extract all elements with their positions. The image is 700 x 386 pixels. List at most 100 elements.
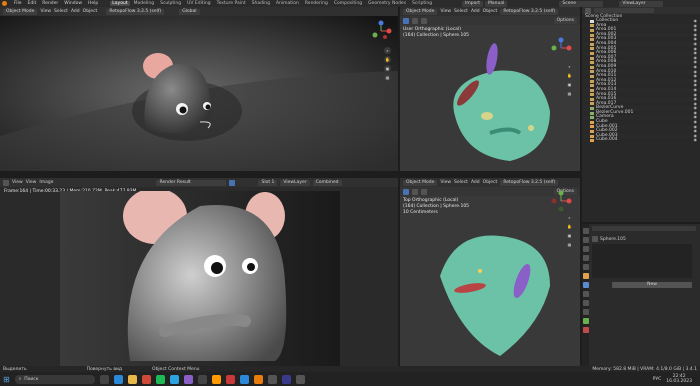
app-icon[interactable] <box>183 374 193 384</box>
pan-icon[interactable]: ✋ <box>384 56 391 63</box>
menu-view-1[interactable]: View <box>12 180 23 185</box>
new-material-button[interactable]: New <box>612 282 692 288</box>
taskview-icon[interactable] <box>99 374 109 384</box>
tab-rendering[interactable]: Rendering <box>303 1 330 6</box>
menu-select-br[interactable]: Select <box>454 180 468 185</box>
zoom-icon[interactable]: ⌕ <box>566 214 573 221</box>
clock[interactable]: 22:42 16.03.2023 <box>666 374 692 384</box>
image-editor-render[interactable]: View View Image Render Result Slot 1 Vie… <box>0 178 398 366</box>
viewport-top-right[interactable]: Object Mode View Select Add Object Retop… <box>400 7 580 171</box>
outliner-icon[interactable] <box>585 7 591 14</box>
menu-image[interactable]: Image <box>39 180 53 185</box>
camera-view-icon[interactable]: ▣ <box>566 81 573 88</box>
outliner-search[interactable] <box>594 8 654 13</box>
data-tab-icon[interactable] <box>583 318 589 324</box>
menu-view-br[interactable]: View <box>440 180 451 185</box>
photoshop-icon[interactable] <box>239 374 249 384</box>
app-icon[interactable] <box>197 374 207 384</box>
slot-selector[interactable]: Slot 1 <box>258 179 278 186</box>
chrome-icon[interactable] <box>141 374 151 384</box>
menu-add[interactable]: Add <box>71 9 80 14</box>
particles-tab-icon[interactable] <box>583 291 589 297</box>
blender-icon[interactable] <box>253 374 263 384</box>
tab-modeling[interactable]: Modeling <box>132 1 156 6</box>
object-tab-icon[interactable] <box>583 273 589 279</box>
menu-object[interactable]: Object <box>83 9 98 14</box>
tab-uv-editing[interactable]: UV Editing <box>185 1 212 6</box>
tab-animation[interactable]: Animation <box>274 1 301 6</box>
menu-object-br[interactable]: Object <box>483 180 498 185</box>
world-tab-icon[interactable] <box>583 264 589 270</box>
edge-icon[interactable] <box>113 374 123 384</box>
explorer-icon[interactable] <box>127 374 137 384</box>
perspective-toggle-icon[interactable]: ▦ <box>566 90 573 97</box>
visibility-icon[interactable]: ◉ <box>694 138 698 143</box>
tab-sculpting[interactable]: Sculpting <box>158 1 183 6</box>
menu-render[interactable]: Render <box>40 1 60 6</box>
scene-tab-icon[interactable] <box>583 255 589 261</box>
list-item[interactable]: Cube.004 ◉ <box>582 138 700 143</box>
menu-add-br[interactable]: Add <box>471 180 480 185</box>
render-tab-icon[interactable] <box>583 237 589 243</box>
retopoflow-menu-tr[interactable]: RetopoFlow 3.2.5 (self) <box>500 8 559 15</box>
tool-icon[interactable] <box>403 17 409 24</box>
constraints-tab-icon[interactable] <box>583 309 589 315</box>
tool-tab-icon[interactable] <box>583 228 589 234</box>
camera-view-icon[interactable]: ▣ <box>566 232 573 239</box>
menu-edit[interactable]: Edit <box>26 1 39 6</box>
windows-start-icon[interactable]: ⊞ <box>3 375 10 384</box>
retopoflow-menu-br[interactable]: RetopoFlow 3.2.5 (self) <box>500 179 559 186</box>
material-slot-list[interactable] <box>592 244 692 278</box>
app-icon[interactable] <box>281 374 291 384</box>
taskbar-search[interactable]: ⌕ Поиск <box>14 374 95 384</box>
illustrator-icon[interactable] <box>211 374 221 384</box>
pan-icon[interactable]: ✋ <box>566 223 573 230</box>
zoom-icon[interactable]: ⌕ <box>566 63 573 70</box>
physics-tab-icon[interactable] <box>583 300 589 306</box>
menu-view-tr[interactable]: View <box>440 9 451 14</box>
tool-icon[interactable] <box>412 17 418 24</box>
blender-logo-icon[interactable] <box>2 1 7 6</box>
pan-icon[interactable]: ✋ <box>566 72 573 79</box>
navigation-gizmo-br[interactable] <box>550 190 572 212</box>
app-icon[interactable] <box>225 374 235 384</box>
zoom-icon[interactable]: ⌕ <box>384 47 391 54</box>
transform-orientation[interactable]: Global <box>179 8 200 15</box>
output-tab-icon[interactable] <box>583 246 589 252</box>
tab-layout[interactable]: Layout <box>110 1 130 6</box>
mode-select-br[interactable]: Object Mode <box>403 179 438 186</box>
retopoflow-menu[interactable]: RetopoFlow 3.2.5 (self) <box>106 8 165 15</box>
menu-help[interactable]: Help <box>86 1 100 6</box>
tab-geometry-nodes[interactable]: Geometry Nodes <box>366 1 408 6</box>
mode-select[interactable]: Object Mode <box>3 8 38 15</box>
tab-compositing[interactable]: Compositing <box>332 1 364 6</box>
viewport-bottom-right[interactable]: Object Mode View Select Add Object Retop… <box>400 178 580 366</box>
menu-object-tr[interactable]: Object <box>483 9 498 14</box>
mode-select-tr[interactable]: Object Mode <box>403 8 438 15</box>
scene-selector[interactable]: Scene <box>559 0 604 7</box>
import-button[interactable]: Import <box>462 0 483 7</box>
spotify-icon[interactable] <box>155 374 165 384</box>
manual-button[interactable]: Manual <box>485 0 508 7</box>
perspective-toggle-icon[interactable]: ▦ <box>384 74 391 81</box>
tab-texture-paint[interactable]: Texture Paint <box>215 1 248 6</box>
tool-icon[interactable] <box>403 188 409 195</box>
menu-file[interactable]: File <box>12 1 24 6</box>
navigation-gizmo-tr[interactable] <box>550 37 572 59</box>
image-editor-icon[interactable] <box>3 179 9 186</box>
menu-view-2[interactable]: View <box>26 180 37 185</box>
properties-search[interactable] <box>592 226 696 231</box>
perspective-toggle-icon[interactable]: ▦ <box>566 241 573 248</box>
image-selector[interactable]: Render Result <box>156 179 227 186</box>
camera-view-icon[interactable]: ▣ <box>384 65 391 72</box>
app-icon[interactable] <box>295 374 305 384</box>
menu-add-tr[interactable]: Add <box>471 9 480 14</box>
view-layer-selector[interactable]: ViewLayer <box>619 0 664 7</box>
pin-icon[interactable] <box>229 179 236 186</box>
material-tab-icon[interactable] <box>583 327 589 333</box>
menu-select-tr[interactable]: Select <box>454 9 468 14</box>
pass-selector[interactable]: Combined <box>312 179 342 186</box>
app-icon[interactable] <box>267 374 277 384</box>
tool-icon[interactable] <box>412 188 418 195</box>
options-button-tr[interactable]: Options <box>553 17 577 24</box>
